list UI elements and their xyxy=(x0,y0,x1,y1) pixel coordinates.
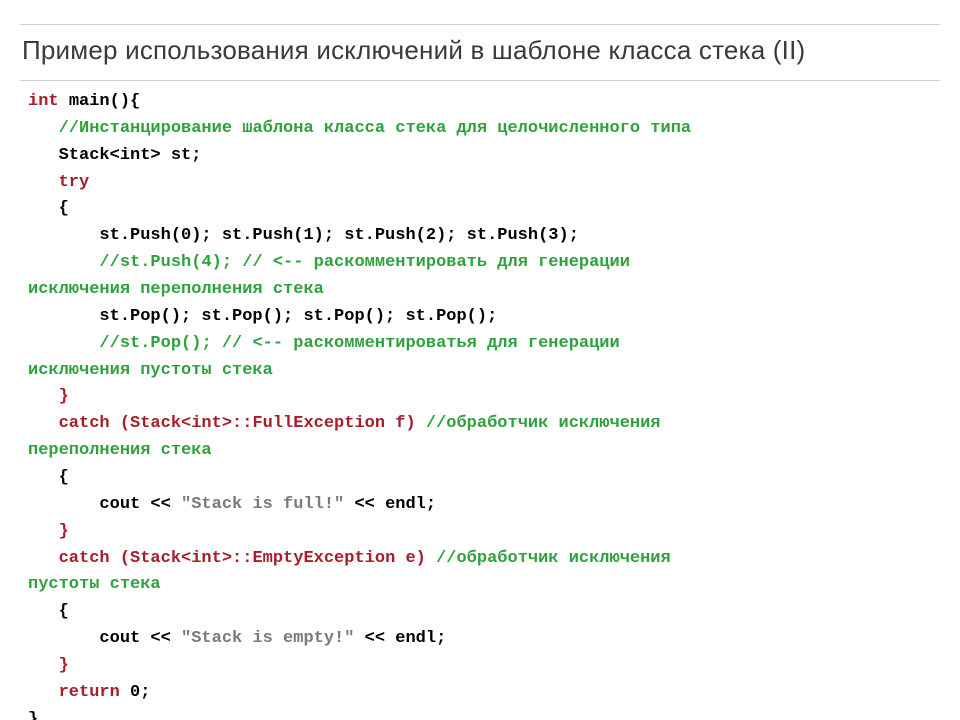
comment: //обработчик исключения xyxy=(426,549,671,568)
indent xyxy=(28,656,59,675)
code-text: main(){ xyxy=(69,92,140,111)
code-line: } xyxy=(28,707,940,720)
code-line: return 0; xyxy=(28,680,940,707)
brace-close: } xyxy=(59,387,69,406)
code-line: catch (Stack<int>::FullException f) //об… xyxy=(28,411,940,438)
code-line: { xyxy=(28,599,940,626)
comment: пустоты стека xyxy=(28,575,161,594)
indent xyxy=(28,387,59,406)
indent xyxy=(28,119,59,138)
indent xyxy=(28,414,59,433)
indent xyxy=(28,683,59,702)
code-text: << endl; xyxy=(354,629,446,648)
code-line: //Инстанцирование шаблона класса стека д… xyxy=(28,116,940,143)
comment: //обработчик исключения xyxy=(416,414,661,433)
code-line: исключения пустоты стека xyxy=(28,358,940,385)
code-line: пустоты стека xyxy=(28,572,940,599)
indent xyxy=(28,334,99,353)
code-line: Stack<int> st; xyxy=(28,143,940,170)
comment: исключения пустоты стека xyxy=(28,361,273,380)
code-line: //st.Pop(); // <-- раскомментироватья дл… xyxy=(28,331,940,358)
code-line: cout << "Stack is empty!" << endl; xyxy=(28,626,940,653)
brace-close: } xyxy=(59,522,69,541)
code-line: переполнения стека xyxy=(28,438,940,465)
comment: переполнения стека xyxy=(28,441,212,460)
code-line: catch (Stack<int>::EmptyException e) //о… xyxy=(28,546,940,573)
code-text: cout << xyxy=(28,495,181,514)
slide: Пример использования исключений в шаблон… xyxy=(0,0,960,720)
code-text: << endl; xyxy=(344,495,436,514)
code-line: { xyxy=(28,196,940,223)
keyword-int: int xyxy=(28,92,69,111)
indent xyxy=(28,173,59,192)
code-line: try xyxy=(28,170,940,197)
comment: //st.Pop(); // <-- раскомментироватья дл… xyxy=(99,334,619,353)
code-line: st.Push(0); st.Push(1); st.Push(2); st.P… xyxy=(28,223,940,250)
keyword-try: try xyxy=(59,173,90,192)
slide-title: Пример использования исключений в шаблон… xyxy=(22,35,938,66)
keyword-catch: catch (Stack<int>::EmptyException e) xyxy=(59,549,426,568)
code-line: st.Pop(); st.Pop(); st.Pop(); st.Pop(); xyxy=(28,304,940,331)
code-line: } xyxy=(28,519,940,546)
string-literal: "Stack is empty!" xyxy=(181,629,354,648)
title-block: Пример использования исключений в шаблон… xyxy=(20,24,940,81)
keyword-return: return xyxy=(59,683,130,702)
code-line: } xyxy=(28,653,940,680)
code-line: } xyxy=(28,384,940,411)
indent xyxy=(28,253,99,272)
code-text: 0; xyxy=(130,683,150,702)
comment: исключения переполнения стека xyxy=(28,280,324,299)
string-literal: "Stack is full!" xyxy=(181,495,344,514)
code-line: int main(){ xyxy=(28,89,940,116)
brace-close: } xyxy=(59,656,69,675)
code-line: { xyxy=(28,465,940,492)
comment: //Инстанцирование шаблона класса стека д… xyxy=(59,119,692,138)
code-line: исключения переполнения стека xyxy=(28,277,940,304)
code-line: //st.Push(4); // <-- раскомментировать д… xyxy=(28,250,940,277)
code-line: cout << "Stack is full!" << endl; xyxy=(28,492,940,519)
comment: //st.Push(4); // <-- раскомментировать д… xyxy=(99,253,630,272)
code-text: cout << xyxy=(28,629,181,648)
indent xyxy=(28,522,59,541)
indent xyxy=(28,549,59,568)
code-block: int main(){ //Инстанцирование шаблона кл… xyxy=(20,89,940,720)
keyword-catch: catch (Stack<int>::FullException f) xyxy=(59,414,416,433)
